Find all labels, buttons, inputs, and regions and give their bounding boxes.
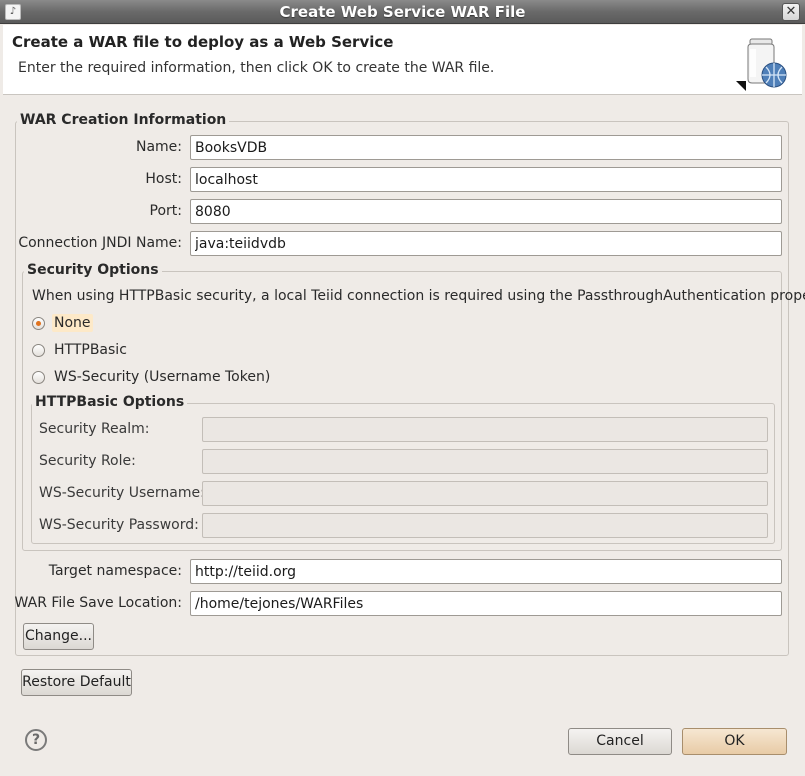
- jndi-field[interactable]: [190, 231, 782, 256]
- ws-security-password-label: WS-Security Password:: [39, 517, 199, 533]
- security-options-label: Security Options: [24, 262, 162, 278]
- window-title: Create Web Service WAR File: [279, 3, 526, 21]
- security-realm-label: Security Realm:: [39, 421, 150, 437]
- name-field[interactable]: [190, 135, 782, 160]
- ok-button[interactable]: OK: [682, 728, 787, 755]
- war-creation-group-label: WAR Creation Information: [17, 112, 230, 128]
- port-field[interactable]: [190, 199, 782, 224]
- port-label: Port:: [149, 203, 182, 219]
- ws-security-username-field[interactable]: [202, 481, 768, 506]
- name-label: Name:: [135, 139, 182, 155]
- security-realm-field[interactable]: [202, 417, 768, 442]
- ws-security-username-label: WS-Security Username:: [39, 485, 205, 501]
- dialog-banner: Create a WAR file to deploy as a Web Ser…: [3, 25, 802, 95]
- change-button[interactable]: Change...: [23, 623, 94, 650]
- jndi-label: Connection JNDI Name:: [18, 235, 182, 251]
- database-globe-icon: [736, 38, 787, 91]
- radio-httpbasic[interactable]: HTTPBasic: [32, 339, 129, 361]
- help-icon[interactable]: ?: [25, 729, 47, 751]
- war-save-location-field[interactable]: [190, 591, 782, 616]
- security-role-label: Security Role:: [39, 453, 136, 469]
- host-label: Host:: [145, 171, 182, 187]
- host-field[interactable]: [190, 167, 782, 192]
- radio-ws-security-button[interactable]: [32, 370, 45, 384]
- close-icon[interactable]: ✕: [782, 3, 800, 21]
- banner-message: Enter the required information, then cli…: [18, 60, 495, 76]
- ws-security-password-field[interactable]: [202, 513, 768, 538]
- radio-none-label: None: [52, 314, 93, 332]
- restore-default-button[interactable]: Restore Default: [21, 669, 132, 696]
- target-namespace-label: Target namespace:: [48, 563, 182, 579]
- app-icon: ♪: [5, 4, 21, 20]
- target-namespace-field[interactable]: [190, 559, 782, 584]
- httpbasic-options-label: HTTPBasic Options: [32, 394, 188, 410]
- radio-none-button[interactable]: [32, 316, 45, 330]
- radio-httpbasic-label: HTTPBasic: [54, 342, 127, 358]
- security-role-field[interactable]: [202, 449, 768, 474]
- title-bar: ♪ Create Web Service WAR File ✕: [0, 0, 805, 24]
- security-description: When using HTTPBasic security, a local T…: [32, 288, 805, 304]
- radio-httpbasic-button[interactable]: [32, 343, 45, 357]
- radio-ws-security[interactable]: WS-Security (Username Token): [32, 366, 272, 388]
- radio-none[interactable]: None: [32, 312, 93, 334]
- cancel-button[interactable]: Cancel: [568, 728, 672, 755]
- banner-title: Create a WAR file to deploy as a Web Ser…: [12, 33, 394, 51]
- war-save-location-label: WAR File Save Location:: [14, 595, 182, 611]
- radio-ws-security-label: WS-Security (Username Token): [54, 369, 271, 385]
